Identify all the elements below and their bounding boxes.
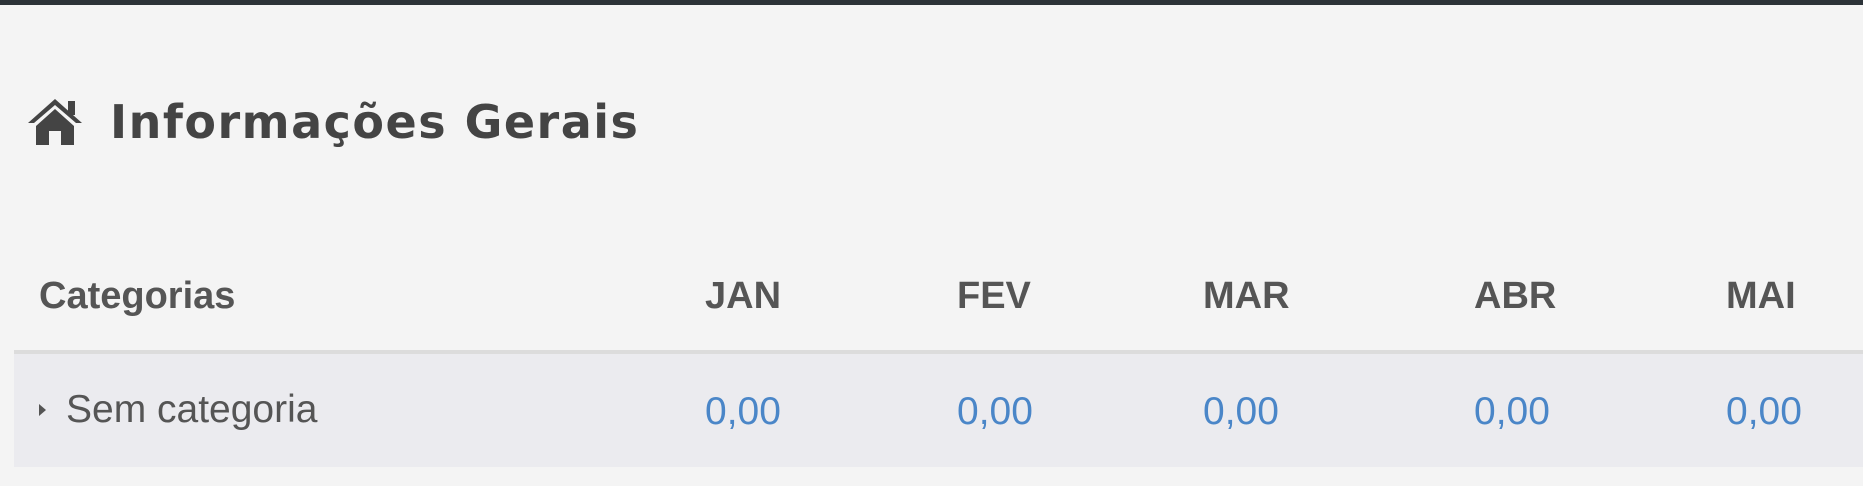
top-bar [0, 0, 1863, 5]
home-icon [26, 97, 84, 147]
page-header: Informações Gerais [26, 92, 639, 152]
column-header-categorias[interactable]: Categorias [39, 275, 235, 318]
category-toggle[interactable]: Sem categoria [39, 388, 317, 432]
value-jan[interactable]: 0,00 [705, 390, 781, 434]
page-title: Informações Gerais [110, 95, 640, 149]
column-header-mai[interactable]: MAI [1726, 275, 1796, 318]
categories-table: Categorias JAN FEV MAR ABR MAI Sem categ… [14, 253, 1863, 467]
column-header-jan[interactable]: JAN [705, 275, 781, 318]
column-header-abr[interactable]: ABR [1474, 275, 1556, 318]
category-label: Sem categoria [66, 388, 318, 431]
value-mar[interactable]: 0,00 [1203, 390, 1279, 434]
table-row: Sem categoria 0,00 0,00 0,00 0,00 0,00 [14, 354, 1863, 467]
column-header-fev[interactable]: FEV [957, 275, 1031, 318]
table-header: Categorias JAN FEV MAR ABR MAI [14, 253, 1863, 354]
value-abr[interactable]: 0,00 [1474, 390, 1550, 434]
value-fev[interactable]: 0,00 [957, 390, 1033, 434]
value-mai[interactable]: 0,00 [1726, 390, 1802, 434]
caret-right-icon[interactable] [39, 404, 46, 416]
column-header-mar[interactable]: MAR [1203, 275, 1290, 318]
